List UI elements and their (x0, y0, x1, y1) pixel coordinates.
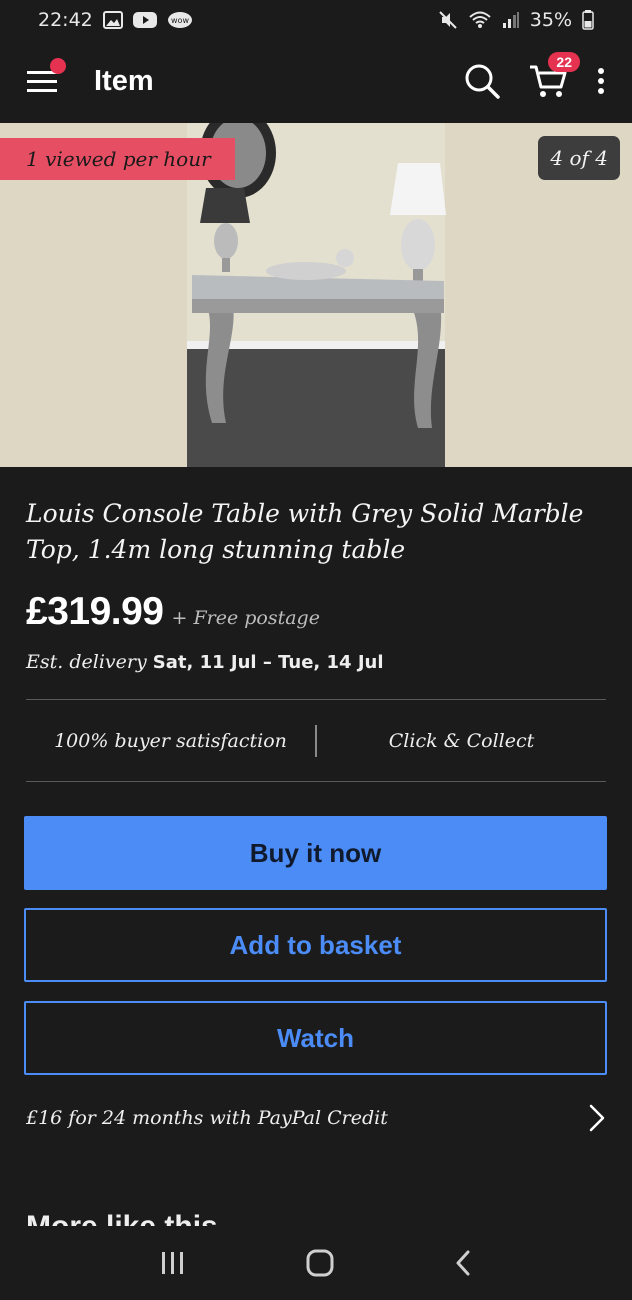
mute-icon (438, 10, 458, 30)
product-image-gallery[interactable]: 1 viewed per hour 4 of 4 (0, 123, 632, 467)
back-button[interactable] (453, 1249, 473, 1277)
item-price: £319.99 (26, 590, 164, 633)
estimated-delivery: Est. delivery Sat, 11 Jul – Tue, 14 Jul (26, 651, 384, 673)
gallery-icon (102, 11, 123, 29)
notification-dot (50, 58, 66, 74)
divider (26, 781, 606, 782)
delivery-dates: Sat, 11 Jul – Tue, 14 Jul (152, 652, 384, 673)
wow-icon-label: wow (171, 16, 189, 25)
delivery-label: Est. delivery (26, 651, 147, 673)
home-button[interactable] (305, 1248, 335, 1278)
overflow-menu-button[interactable] (596, 66, 606, 96)
chevron-right-icon (589, 1104, 605, 1132)
menu-button[interactable] (26, 58, 66, 98)
status-time: 22:42 (38, 9, 93, 31)
status-bar: 22:42 wow 35% (0, 0, 632, 40)
search-icon (465, 64, 500, 99)
cart-button[interactable]: 22 (528, 52, 580, 100)
viewed-per-hour-badge: 1 viewed per hour (0, 138, 235, 180)
paypal-credit-row[interactable]: £16 for 24 months with PayPal Credit (26, 1094, 606, 1142)
watch-button[interactable]: Watch (24, 1001, 607, 1075)
price-row: £319.99 + Free postage (26, 590, 320, 634)
back-icon (456, 1250, 470, 1276)
recent-apps-button[interactable] (159, 1250, 187, 1276)
home-icon (306, 1249, 334, 1277)
app-bar: Item 22 (0, 40, 632, 122)
battery-icon (582, 10, 594, 30)
search-button[interactable] (464, 63, 500, 99)
paypal-credit-text: £16 for 24 months with PayPal Credit (26, 1107, 388, 1129)
page-title: Item (94, 64, 154, 97)
cart-count-badge: 22 (548, 52, 580, 72)
buyer-satisfaction-label: 100% buyer satisfaction (54, 730, 287, 752)
postage-info: + Free postage (171, 607, 320, 629)
youtube-icon (132, 11, 157, 29)
battery-percent: 35% (529, 9, 572, 31)
click-and-collect-label: Click & Collect (388, 730, 535, 752)
more-like-this-heading: More like this (26, 1206, 218, 1226)
item-title: Louis Console Table with Grey Solid Marb… (26, 499, 584, 564)
wifi-icon (468, 10, 492, 30)
wow-icon: wow (167, 11, 193, 29)
more-vertical-icon (598, 68, 604, 94)
add-to-basket-button[interactable]: Add to basket (24, 908, 607, 982)
feature-row: 100% buyer satisfaction Click & Collect (26, 701, 606, 781)
divider (26, 699, 606, 700)
recent-apps-icon (162, 1252, 183, 1274)
image-counter-badge: 4 of 4 (538, 136, 620, 180)
signal-icon (502, 11, 520, 29)
system-navigation-bar (0, 1226, 632, 1300)
buy-it-now-button[interactable]: Buy it now (24, 816, 607, 890)
